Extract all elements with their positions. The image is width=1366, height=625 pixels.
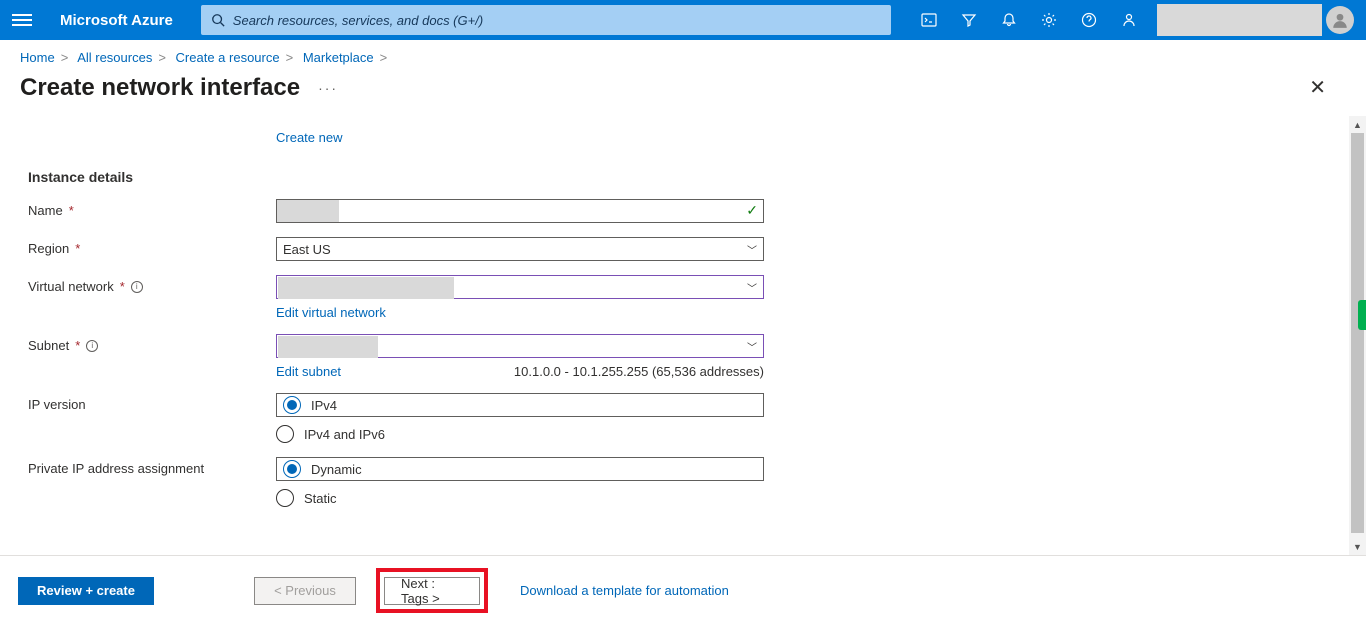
scroll-down-icon[interactable]: ▼ — [1349, 538, 1366, 555]
name-redaction — [277, 200, 339, 222]
cloud-shell-icon[interactable] — [909, 0, 949, 40]
review-create-button[interactable]: Review + create — [18, 577, 154, 605]
feedback-icon[interactable] — [1109, 0, 1149, 40]
pip-static-radio[interactable]: Static — [276, 489, 764, 507]
chevron-down-icon: ﹀ — [747, 339, 757, 354]
menu-icon[interactable] — [12, 14, 32, 26]
filter-icon[interactable] — [949, 0, 989, 40]
ipver-ipv4v6-radio[interactable]: IPv4 and IPv6 — [276, 425, 764, 443]
scroll-thumb[interactable] — [1351, 133, 1364, 533]
ipver-ipv4-radio[interactable]: IPv4 — [276, 393, 764, 417]
brand-label[interactable]: Microsoft Azure — [60, 12, 173, 29]
side-tag — [1358, 300, 1366, 330]
close-icon[interactable]: ✕ — [1305, 71, 1330, 104]
pip-label: Private IP address assignment — [28, 457, 276, 476]
subnet-select[interactable]: ﹀ — [276, 334, 764, 358]
top-header-bar: Microsoft Azure — [0, 0, 1366, 40]
scroll-up-icon[interactable]: ▲ — [1349, 116, 1366, 133]
help-icon[interactable] — [1069, 0, 1109, 40]
chevron-down-icon: ﹀ — [747, 280, 757, 295]
next-tags-button[interactable]: Next : Tags > — [384, 577, 480, 605]
breadcrumb: Home> All resources> Create a resource> … — [0, 40, 1366, 71]
crumb-create-resource[interactable]: Create a resource — [176, 50, 280, 65]
previous-button[interactable]: < Previous — [254, 577, 356, 605]
info-icon[interactable]: i — [131, 281, 143, 293]
title-bar: Create network interface ··· ✕ — [0, 71, 1366, 110]
edit-subnet-link[interactable]: Edit subnet — [276, 364, 341, 379]
vnet-select[interactable]: ﹀ — [276, 275, 764, 299]
name-label: Name * — [28, 199, 276, 218]
settings-icon[interactable] — [1029, 0, 1069, 40]
section-instance-details: Instance details — [28, 169, 1338, 185]
top-icon-row — [909, 0, 1149, 40]
search-input[interactable] — [233, 13, 881, 28]
vnet-label: Virtual network * i — [28, 275, 276, 294]
region-label: Region * — [28, 237, 276, 256]
ipversion-label: IP version — [28, 393, 276, 412]
info-icon[interactable]: i — [86, 340, 98, 352]
page-title: Create network interface — [20, 74, 300, 102]
edit-vnet-link[interactable]: Edit virtual network — [276, 305, 386, 320]
global-search[interactable] — [201, 5, 891, 35]
subnet-label: Subnet * i — [28, 334, 276, 353]
download-template-link[interactable]: Download a template for automation — [520, 583, 729, 598]
subnet-address-range: 10.1.0.0 - 10.1.255.255 (65,536 addresse… — [514, 364, 764, 379]
subnet-redaction — [278, 336, 378, 358]
search-icon — [211, 13, 225, 27]
create-new-link[interactable]: Create new — [276, 130, 1338, 145]
form-scroll-area: Create new Instance details Name * ✓ Reg… — [0, 116, 1366, 555]
vnet-redaction — [278, 277, 454, 299]
crumb-all-resources[interactable]: All resources — [77, 50, 152, 65]
valid-check-icon: ✓ — [746, 202, 758, 219]
notifications-icon[interactable] — [989, 0, 1029, 40]
crumb-home[interactable]: Home — [20, 50, 55, 65]
name-input[interactable] — [276, 199, 764, 223]
account-block[interactable] — [1157, 4, 1322, 36]
footer-bar: Review + create < Previous Next : Tags >… — [0, 555, 1366, 625]
vertical-scrollbar[interactable]: ▲ ▼ — [1349, 116, 1366, 555]
region-select[interactable]: East US ﹀ — [276, 237, 764, 261]
crumb-marketplace[interactable]: Marketplace — [303, 50, 374, 65]
avatar[interactable] — [1326, 6, 1354, 34]
pip-dynamic-radio[interactable]: Dynamic — [276, 457, 764, 481]
chevron-down-icon: ﹀ — [747, 242, 757, 257]
more-icon[interactable]: ··· — [318, 80, 338, 96]
